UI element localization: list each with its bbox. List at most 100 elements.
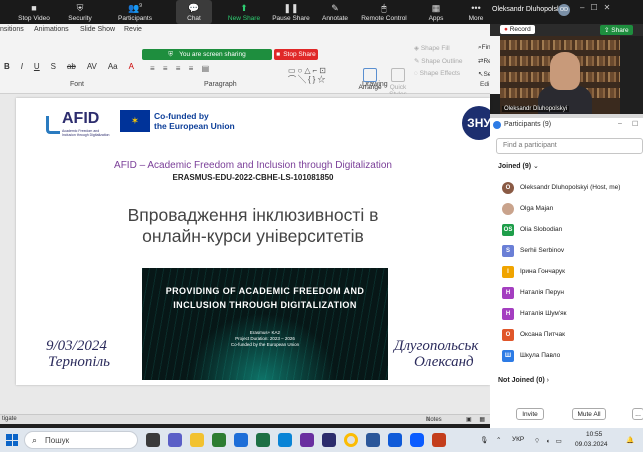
pencil-icon: ✎ <box>331 3 339 13</box>
tab-slide-show[interactable]: Slide Show <box>80 26 115 33</box>
tray-chevron-icon[interactable]: ⌃ <box>496 436 501 444</box>
pause-share-button[interactable]: ❚❚ Pause Share <box>270 0 312 24</box>
record-button[interactable]: ● Record <box>500 25 535 34</box>
participant-row[interactable]: O Oleksandr Dluhopolskyi (Host, me) <box>502 180 642 196</box>
store-icon[interactable] <box>212 433 226 447</box>
chrome-icon[interactable] <box>344 433 358 447</box>
participant-row[interactable]: О Оксана Питчак <box>502 327 642 343</box>
security-button[interactable]: ⛨ Security <box>62 0 98 24</box>
participant-row[interactable]: S Serhii Serbinov <box>502 243 642 259</box>
word-icon[interactable] <box>366 433 380 447</box>
view-buttons[interactable]: ▣ ▦ <box>466 416 488 423</box>
paragraph-controls[interactable]: ≡ ≡ ≡ ≡ ▤ <box>150 64 212 73</box>
underline-button[interactable]: U <box>34 62 40 71</box>
participant-row[interactable]: Ш Шкула Павло <box>502 348 642 364</box>
tab-transitions[interactable]: nsitions <box>0 26 24 33</box>
taskbar-date[interactable]: 09.03.2024 <box>575 441 608 448</box>
task-view-icon[interactable] <box>146 433 160 447</box>
close-icon[interactable]: ✕ <box>604 3 617 12</box>
shape-effects-label: Shape Effects <box>419 70 461 77</box>
participant-name: Оксана Питчак <box>520 331 565 338</box>
italic-button[interactable]: I <box>21 62 23 71</box>
chat-button[interactable]: 💬 Chat <box>176 0 212 24</box>
joined-label: Joined <box>498 163 521 170</box>
shadow-button[interactable]: S <box>51 62 56 71</box>
teams-icon[interactable] <box>168 433 182 447</box>
participant-row[interactable]: Olga Majan <box>502 201 642 217</box>
shape-fill-button[interactable]: ◈ Shape Fill <box>414 44 450 52</box>
tray-mic-icon[interactable]: 🎙 <box>480 436 488 444</box>
edge-icon[interactable] <box>278 433 292 447</box>
stop-share-button[interactable]: ■ Stop Share <box>274 49 318 60</box>
windows-start-icon[interactable] <box>6 434 18 446</box>
window-controls[interactable]: –☐✕ <box>580 3 616 12</box>
shape-effects-button[interactable]: ◌ Shape Effects <box>414 70 460 77</box>
char-spacing-button[interactable]: AV <box>87 62 97 71</box>
participant-name: Наталія Шум'як <box>520 310 567 317</box>
excel-icon[interactable] <box>256 433 270 447</box>
outlook-icon[interactable] <box>234 433 248 447</box>
slide-title-line2: онлайн-курси університетів <box>142 226 364 246</box>
tab-review[interactable]: Revie <box>124 26 142 33</box>
app-icon[interactable] <box>300 433 314 447</box>
participant-name: Наталія Перун <box>520 289 564 296</box>
participants-count: 9 <box>139 3 142 9</box>
app-icon[interactable] <box>322 433 336 447</box>
tab-animations[interactable]: Animations <box>34 26 69 33</box>
font-color-button[interactable]: A <box>129 62 134 71</box>
arrange-icon <box>363 68 377 82</box>
zoom-icon[interactable] <box>410 433 424 447</box>
participant-row[interactable]: Н Наталія Перун <box>502 285 642 301</box>
apps-grid-icon: ▦ <box>431 3 441 13</box>
banner-title-line1: PROVIDING OF ACADEMIC FREEDOM AND <box>165 286 365 296</box>
annotate-button[interactable]: ✎ Annotate <box>318 0 352 24</box>
slide-title-line1: Впровадження інклюзивності в <box>127 205 379 225</box>
participants-more-button[interactable]: ... <box>632 408 643 420</box>
quick-styles-icon <box>391 68 405 82</box>
taskbar-time[interactable]: 10:55 <box>586 431 602 438</box>
change-case-button[interactable]: Aa <box>108 62 118 71</box>
panel-minimize-icon[interactable]: – <box>618 120 622 127</box>
apps-button[interactable]: ▦ Apps <box>424 0 448 24</box>
chat-label: Chat <box>187 15 201 22</box>
font-group-label: Font <box>70 81 85 88</box>
arrange-button[interactable]: Arrange <box>358 68 382 91</box>
participant-search-input[interactable]: Find a participant <box>496 138 643 154</box>
notification-icon[interactable]: 🔔 <box>626 436 634 444</box>
slide-city: Тернопіль <box>48 354 110 370</box>
participant-row[interactable]: І Ірина Гончарук <box>502 264 642 280</box>
powerpoint-icon[interactable] <box>432 433 446 447</box>
new-share-button[interactable]: ⬆ New Share <box>224 0 264 24</box>
minimize-icon[interactable]: – <box>580 3 590 12</box>
file-explorer-icon[interactable] <box>190 433 204 447</box>
maximize-icon[interactable]: ☐ <box>590 3 603 12</box>
joined-section-header[interactable]: Joined (9) ⌄ <box>498 162 539 170</box>
host-avatar[interactable]: OD <box>558 4 570 16</box>
not-joined-section-header[interactable]: Not Joined (0) › <box>498 377 549 384</box>
stop-video-button[interactable]: ■ Stop Video <box>14 0 54 24</box>
bold-button[interactable]: B <box>4 62 10 71</box>
participant-row[interactable]: OS Olia Slobodian <box>502 222 642 238</box>
more-button[interactable]: ••• More <box>464 0 488 24</box>
app-icon[interactable] <box>388 433 402 447</box>
tray-network-sound-icon[interactable]: ⌔ ◖ ▭ <box>534 436 564 445</box>
statusbar-accessibility[interactable]: tigate <box>2 416 17 422</box>
invite-button[interactable]: Invite <box>516 408 544 420</box>
more-label: More <box>468 15 484 22</box>
panel-popout-icon[interactable]: ☐ <box>632 120 638 128</box>
participant-row[interactable]: Н Наталія Шум'як <box>502 306 642 322</box>
strikethrough-button[interactable]: ab <box>67 62 76 71</box>
remote-control-button[interactable]: 🖱 Remote Control <box>358 0 410 24</box>
mute-all-button[interactable]: Mute All <box>572 408 606 420</box>
taskbar-search-box[interactable]: ⌕ Пошук <box>24 431 138 449</box>
participants-label: Participants <box>118 15 152 22</box>
participant-avatar: І <box>502 266 514 278</box>
slide-canvas[interactable]: AFID Academic Freedom and Inclusion thro… <box>16 98 490 385</box>
right-ribbon-strip <box>490 36 500 94</box>
language-indicator[interactable]: УКР <box>512 436 524 443</box>
shape-outline-button[interactable]: ✎ Shape Outline <box>414 57 462 65</box>
self-video-tile[interactable]: Oleksandr Dluhopolskyi <box>500 36 620 114</box>
share-button[interactable]: ⇪ Share <box>600 25 633 35</box>
participants-button[interactable]: 👥9 Participants <box>114 0 156 24</box>
apps-label: Apps <box>428 15 444 22</box>
